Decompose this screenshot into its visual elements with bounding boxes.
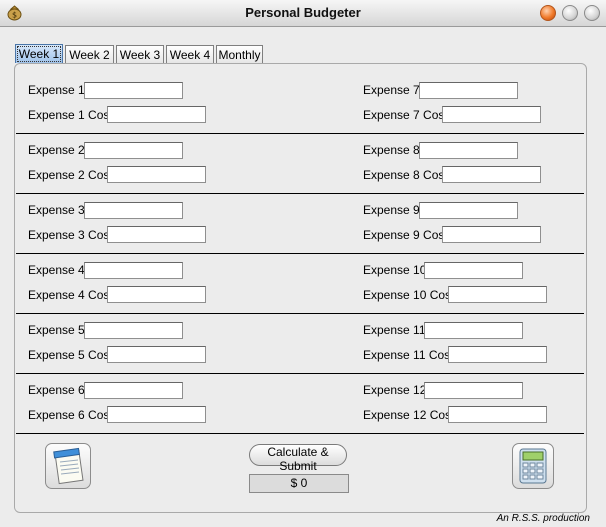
- expense-6-name-field[interactable]: [84, 382, 183, 399]
- expense-5-name-field[interactable]: [84, 322, 183, 339]
- expense-6-cost-label: Expense 6 Cost:: [28, 408, 117, 422]
- expense-5-cost-label: Expense 5 Cost:: [28, 348, 117, 362]
- zoom-window-button[interactable]: [584, 5, 600, 21]
- close-window-button[interactable]: [540, 5, 556, 21]
- tab-week-3[interactable]: Week 3: [116, 45, 164, 63]
- expense-11-cost-field[interactable]: [448, 346, 547, 363]
- expense-12-cost-label: Expense 12 Cost:: [363, 408, 458, 422]
- expense-12-cost-field[interactable]: [448, 406, 547, 423]
- expense-5-cost-field[interactable]: [107, 346, 206, 363]
- expense-5-label: Expense 5:: [28, 323, 89, 337]
- expense-8-label: Expense 8:: [363, 143, 424, 157]
- expense-1-label: Expense 1:: [28, 83, 89, 97]
- expense-7-cost-label: Expense 7 Cost:: [363, 108, 452, 122]
- expense-7-name-field[interactable]: [419, 82, 518, 99]
- calculate-submit-button[interactable]: Calculate & Submit: [249, 444, 347, 473]
- notepad-icon: [53, 447, 84, 485]
- expense-3-cost-field[interactable]: [107, 226, 206, 243]
- expense-4-name-field[interactable]: [84, 262, 183, 279]
- expense-12-label: Expense 12:: [363, 383, 430, 397]
- expense-3-name-field[interactable]: [84, 202, 183, 219]
- window-title: Personal Budgeter: [245, 5, 361, 20]
- row-divider: [16, 133, 584, 134]
- expense-4-label: Expense 4:: [28, 263, 89, 277]
- tab-week-4[interactable]: Week 4: [166, 45, 214, 63]
- expense-11-name-field[interactable]: [424, 322, 523, 339]
- expense-1-cost-label: Expense 1 Cost:: [28, 108, 117, 122]
- expense-9-label: Expense 9:: [363, 203, 424, 217]
- expense-4-cost-label: Expense 4 Cost:: [28, 288, 117, 302]
- expense-7-cost-field[interactable]: [442, 106, 541, 123]
- tab-monthly[interactable]: Monthly: [216, 45, 263, 63]
- expense-7-label: Expense 7:: [363, 83, 424, 97]
- notepad-button[interactable]: [45, 443, 91, 489]
- total-display: $ 0: [249, 474, 349, 493]
- expense-10-cost-field[interactable]: [448, 286, 547, 303]
- expense-1-cost-field[interactable]: [107, 106, 206, 123]
- expense-9-cost-field[interactable]: [442, 226, 541, 243]
- expense-3-label: Expense 3:: [28, 203, 89, 217]
- title-bar: $ Personal Budgeter: [0, 0, 606, 27]
- expense-9-cost-label: Expense 9 Cost:: [363, 228, 452, 242]
- expense-8-cost-label: Expense 8 Cost:: [363, 168, 452, 182]
- expense-11-label: Expense 11:: [363, 323, 429, 337]
- expense-1-name-field[interactable]: [84, 82, 183, 99]
- row-divider: [16, 193, 584, 194]
- expense-6-cost-field[interactable]: [107, 406, 206, 423]
- row-divider: [16, 313, 584, 314]
- expense-4-cost-field[interactable]: [107, 286, 206, 303]
- expense-2-cost-field[interactable]: [107, 166, 206, 183]
- expense-9-name-field[interactable]: [419, 202, 518, 219]
- expense-3-cost-label: Expense 3 Cost:: [28, 228, 117, 242]
- credit-text: An R.S.S. production: [496, 513, 590, 524]
- expense-10-name-field[interactable]: [424, 262, 523, 279]
- expense-11-cost-label: Expense 11 Cost:: [363, 348, 457, 362]
- expense-2-cost-label: Expense 2 Cost:: [28, 168, 117, 182]
- minimize-window-button[interactable]: [562, 5, 578, 21]
- expense-10-label: Expense 10:: [363, 263, 430, 277]
- expense-8-name-field[interactable]: [419, 142, 518, 159]
- row-divider: [16, 433, 584, 434]
- expense-6-label: Expense 6:: [28, 383, 89, 397]
- tab-week-1[interactable]: Week 1: [15, 44, 63, 63]
- calculator-icon: [519, 448, 547, 484]
- expense-8-cost-field[interactable]: [442, 166, 541, 183]
- tab-week-2[interactable]: Week 2: [65, 45, 114, 63]
- row-divider: [16, 253, 584, 254]
- expense-12-name-field[interactable]: [424, 382, 523, 399]
- expense-10-cost-label: Expense 10 Cost:: [363, 288, 458, 302]
- expense-2-label: Expense 2:: [28, 143, 89, 157]
- calculator-button[interactable]: [512, 443, 554, 489]
- expense-2-name-field[interactable]: [84, 142, 183, 159]
- row-divider: [16, 373, 584, 374]
